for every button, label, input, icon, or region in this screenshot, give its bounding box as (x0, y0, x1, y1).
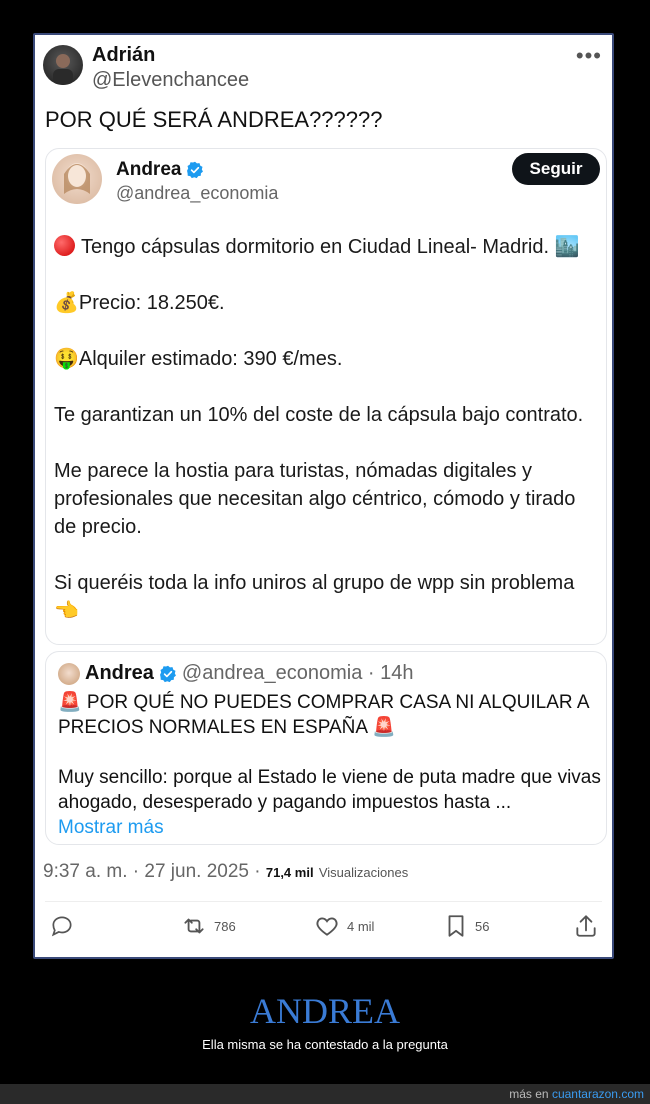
follow-button[interactable]: Seguir (512, 153, 600, 185)
quote-line-2: 💰Precio: 18.250€. (54, 292, 225, 314)
views-label: Visualizaciones (318, 865, 409, 880)
bookmark-icon (448, 915, 464, 937)
verified-badge-icon (159, 665, 176, 682)
quote-line-4: Te garantizan un 10% del coste de la cáp… (54, 404, 584, 426)
retweet-count: 786 (214, 918, 236, 934)
caption-title: ANDREA (250, 991, 400, 1031)
nested-quoted-tweet[interactable]: Andrea @andrea_economia · 14h 🚨 POR QUÉ … (45, 651, 607, 845)
quote-author-handle[interactable]: @andrea_economia (116, 183, 278, 204)
nested-quote-handle-time[interactable]: @andrea_economia · 14h (182, 662, 414, 685)
like-button[interactable]: 4 mil (313, 913, 374, 939)
author-avatar[interactable] (43, 45, 83, 85)
timestamp[interactable]: 9:37 a. m. · 27 jun. 2025 · (43, 861, 261, 882)
share-icon (576, 915, 596, 937)
retweet-icon (184, 918, 204, 934)
divider (45, 901, 602, 902)
quoted-tweet[interactable]: Andrea @andrea_economia Seguir Tengo cáp… (45, 148, 607, 645)
bookmark-count: 56 (475, 918, 490, 934)
like-count: 4 mil (347, 918, 375, 934)
quote-author-name-text: Andrea (116, 159, 182, 180)
quote-line-3: 🤑Alquiler estimado: 390 €/mes. (54, 348, 343, 370)
caption-subtitle: Ella misma se ha contestado a la pregunt… (202, 1037, 448, 1052)
nested-quote-headline: 🚨 POR QUÉ NO PUEDES COMPRAR CASA NI ALQU… (58, 692, 589, 738)
footer-text: más en cuantarazon.com (509, 1087, 644, 1101)
tweet-meta: 9:37 a. m. · 27 jun. 2025 · 71,4 mil Vis… (43, 861, 408, 883)
views-count: 71,4 mil (265, 865, 314, 880)
quote-author-name[interactable]: Andrea (116, 159, 204, 181)
nested-quote-avatar[interactable] (58, 662, 80, 685)
footer-site-link[interactable]: cuantarazon.com (552, 1087, 644, 1101)
show-more-link[interactable]: Mostrar más (58, 815, 603, 840)
footer-bar: más en cuantarazon.com (0, 1084, 650, 1104)
nested-quote-author-name[interactable]: Andrea (85, 662, 154, 685)
quote-line-1: Tengo cápsulas dormitorio en Ciudad Line… (54, 233, 594, 261)
quote-body: Tengo cápsulas dormitorio en Ciudad Line… (54, 233, 594, 653)
retweet-button[interactable]: 786 (180, 913, 236, 939)
author-name[interactable]: Adrián (92, 44, 155, 67)
quote-line-5: Me parece la hostia para turistas, nómad… (54, 460, 576, 538)
tweet-card: Adrián @Elevenchancee ••• POR QUÉ SERÁ A… (33, 33, 614, 959)
author-handle[interactable]: @Elevenchancee (92, 69, 249, 92)
reply-button[interactable] (49, 913, 81, 939)
bookmark-button[interactable]: 56 (443, 913, 489, 939)
action-bar: 786 4 mil 56 (35, 913, 612, 943)
quote-line-6: Si queréis toda la info uniros al grupo … (54, 572, 575, 622)
share-button[interactable] (573, 913, 599, 939)
tweet-text: POR QUÉ SERÁ ANDREA?????? (45, 107, 383, 132)
nested-quote-header: Andrea @andrea_economia · 14h (58, 662, 413, 685)
footer-prefix: más en (509, 1087, 549, 1101)
heart-icon (316, 917, 338, 936)
red-circle-icon (54, 235, 75, 256)
reply-icon (51, 916, 72, 937)
nested-quote-body: 🚨 POR QUÉ NO PUEDES COMPRAR CASA NI ALQU… (58, 690, 603, 840)
quote-avatar[interactable] (52, 154, 102, 204)
verified-badge-icon (187, 161, 204, 179)
more-options-icon[interactable]: ••• (576, 43, 602, 69)
nested-quote-text: Muy sencillo: porque al Estado le viene … (58, 767, 601, 813)
